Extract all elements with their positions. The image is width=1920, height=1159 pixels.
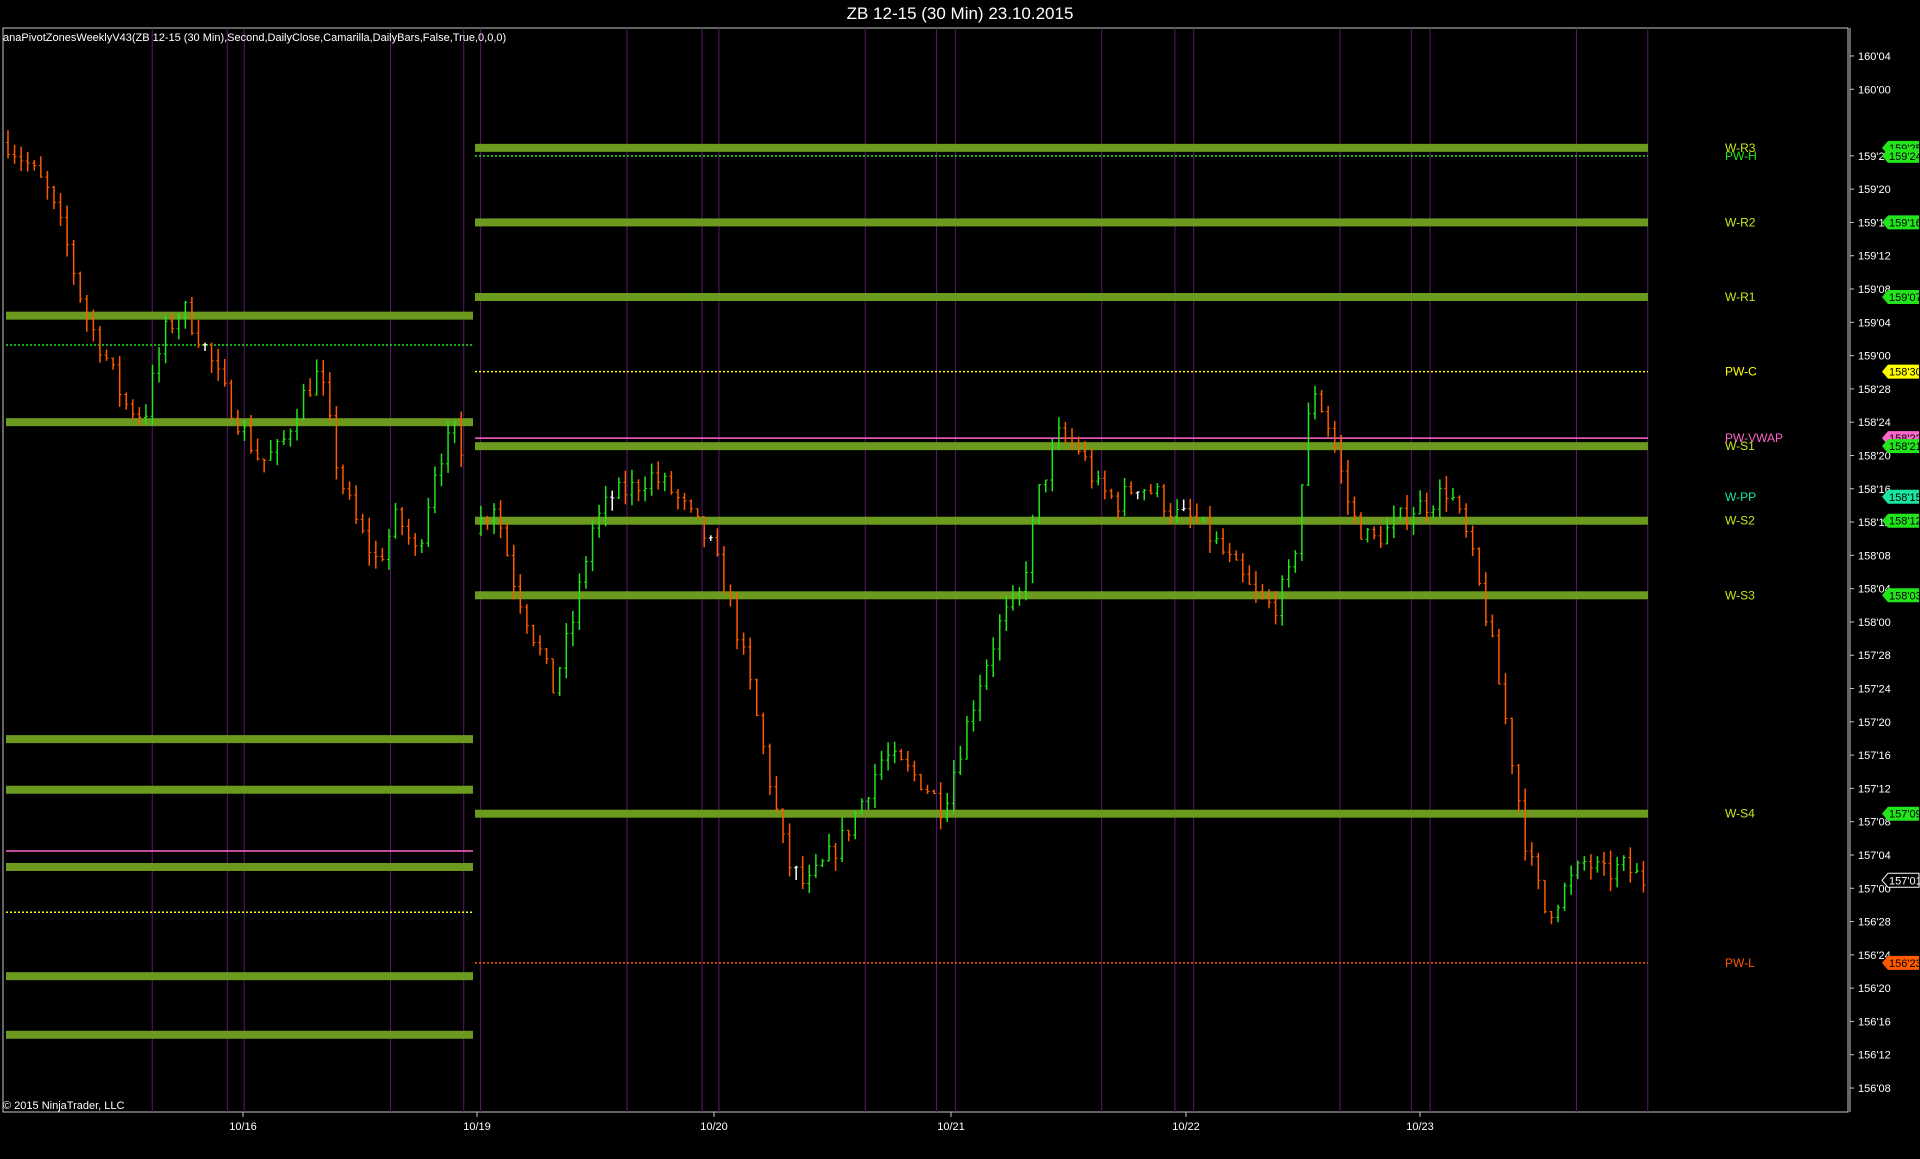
y-tick-label: 159'04 <box>1858 317 1891 329</box>
y-tick-label: 157'08 <box>1858 817 1891 829</box>
level-label-w-s3: W-S3 <box>1725 588 1755 602</box>
y-tick-label: 160'00 <box>1858 84 1891 96</box>
level-badge-text: 157'09 <box>1889 809 1920 821</box>
last-price-text: 157'01 <box>1889 875 1920 887</box>
level-label-w-s1: W-S1 <box>1725 439 1755 453</box>
zone-w-r1 <box>475 293 1648 302</box>
copyright-text: © 2015 NinjaTrader, LLC <box>3 1100 125 1112</box>
zone-w-s4 <box>475 809 1648 818</box>
plot-frame <box>2 27 1849 1113</box>
y-tick-label: 158'08 <box>1858 550 1891 562</box>
prior-week-zone <box>6 1030 473 1039</box>
x-tick-label: 10/16 <box>229 1121 257 1133</box>
y-tick-label: 157'24 <box>1858 684 1891 696</box>
y-tick-label: 157'04 <box>1858 850 1891 862</box>
y-tick-label: 158'20 <box>1858 450 1891 462</box>
zone-w-r2 <box>475 218 1648 227</box>
level-badge-text: 159'16 <box>1889 217 1920 229</box>
y-tick-label: 157'12 <box>1858 783 1891 795</box>
prior-week-zone <box>6 735 473 744</box>
y-tick-label: 157'28 <box>1858 650 1891 662</box>
prior-week-zone <box>6 418 473 427</box>
zone-w-s1 <box>475 442 1648 451</box>
prior-week-zone <box>6 785 473 794</box>
x-tick-label: 10/23 <box>1406 1121 1434 1133</box>
level-label-w-s4: W-S4 <box>1725 807 1755 821</box>
y-tick-label: 159'12 <box>1858 251 1891 263</box>
level-badge-text: 156'23 <box>1889 958 1920 970</box>
y-tick-label: 157'20 <box>1858 717 1891 729</box>
level-badge-text: 158'15 <box>1889 492 1920 504</box>
y-tick-label: 160'04 <box>1858 51 1891 63</box>
price-chart[interactable]: 160'04 160'00 159'24 159'20 159'16 159'12 159'… <box>0 0 1920 1159</box>
level-label-pw-h: PW-H <box>1725 149 1757 163</box>
y-tick-label: 156'16 <box>1858 1016 1891 1028</box>
level-badge-text: 158'03 <box>1889 590 1920 602</box>
level-badge-text: 158'12 <box>1889 516 1920 528</box>
level-label-pw-c: PW-C <box>1725 365 1757 379</box>
level-label-w-s2: W-S2 <box>1725 514 1755 528</box>
level-label-w-pp: W-PP <box>1725 490 1756 504</box>
y-tick-label: 157'16 <box>1858 750 1891 762</box>
y-tick-label: 159'20 <box>1858 184 1891 196</box>
level-badge-text: 158'21 <box>1889 441 1920 453</box>
y-tick-label: 158'00 <box>1858 617 1891 629</box>
level-label-pw-l: PW-L <box>1725 956 1755 970</box>
zone-w-r3 <box>475 143 1648 152</box>
y-tick-label: 156'12 <box>1858 1050 1891 1062</box>
prior-week-zone <box>6 311 473 320</box>
level-badge-text: 158'30 <box>1889 367 1920 379</box>
x-tick-label: 10/22 <box>1172 1121 1200 1133</box>
level-badge-text: 159'07 <box>1889 292 1920 304</box>
y-tick-label: 156'20 <box>1858 983 1891 995</box>
indicator-label: anaPivotZonesWeeklyV43(ZB 12-15 (30 Min)… <box>3 32 507 44</box>
x-tick-label: 10/21 <box>937 1121 965 1133</box>
y-tick-label: 158'28 <box>1858 384 1891 396</box>
x-tick-label: 10/19 <box>463 1121 491 1133</box>
x-tick-label: 10/20 <box>700 1121 728 1133</box>
zone-w-s3 <box>475 591 1648 600</box>
zone-w-s2 <box>475 516 1648 525</box>
y-tick-label: 159'00 <box>1858 351 1891 363</box>
level-label-w-r1: W-R1 <box>1725 290 1756 304</box>
level-label-w-r2: W-R2 <box>1725 215 1756 229</box>
prior-week-zone <box>6 972 473 981</box>
y-tick-label: 158'24 <box>1858 417 1891 429</box>
level-badge-text: 159'24 <box>1889 151 1920 163</box>
prior-week-zone <box>6 862 473 871</box>
y-tick-label: 156'28 <box>1858 917 1891 929</box>
y-tick-label: 156'08 <box>1858 1083 1891 1095</box>
